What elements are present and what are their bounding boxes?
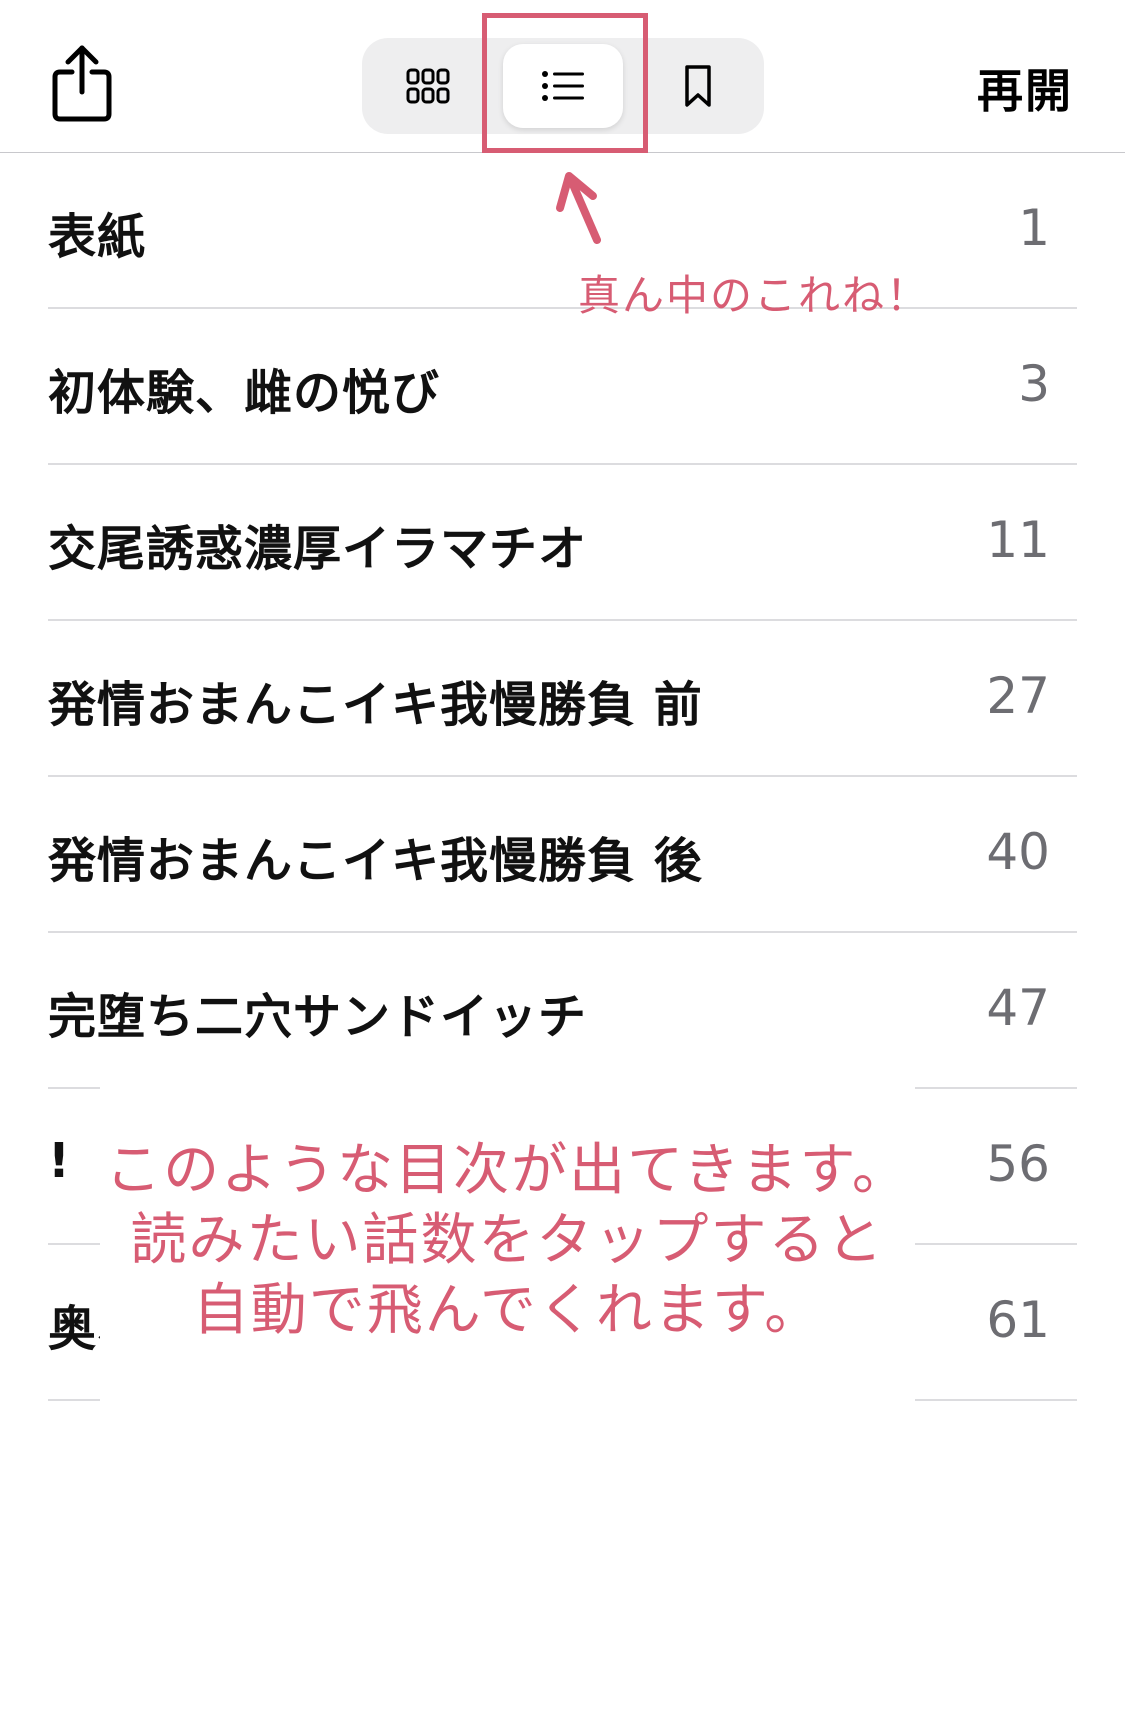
annotation-line: このような目次が出てきます。: [105, 1138, 910, 1203]
toc-page-number: 3: [1018, 355, 1050, 413]
toc-page-number: 47: [986, 979, 1050, 1037]
highlight-box: [482, 13, 648, 153]
toc-page-number: 56: [986, 1135, 1050, 1193]
grid-view-tab[interactable]: [368, 44, 488, 128]
toc-title: !: [48, 1133, 71, 1189]
bookmarks-tab[interactable]: [638, 44, 758, 128]
share-icon: [52, 45, 112, 122]
toc-page-number: 61: [986, 1291, 1050, 1349]
annotation-note-big: このような目次が出てきます。 読みたい話数をタップすると 自動で飛んでくれます。: [100, 1136, 915, 1346]
toc-page-number: 27: [986, 667, 1050, 725]
toc-title: 完堕ち二穴サンドイッチ: [48, 989, 588, 1045]
toc-title: 発情おまんこイキ我慢勝負 前: [48, 677, 703, 733]
annotation-line: 自動で飛んでくれます。: [192, 1278, 823, 1343]
annotation-line: 読みたい話数をタップすると: [130, 1208, 885, 1273]
bookmark-icon: [685, 65, 711, 107]
toc-title: 表紙: [48, 209, 147, 265]
toc-row[interactable]: 発情おまんこイキ我慢勝負 後 40: [0, 777, 1125, 933]
arrow-up-icon: [556, 172, 601, 244]
toc-title: 初体験、雌の悦び: [48, 365, 441, 421]
toc-row[interactable]: 発情おまんこイキ我慢勝負 前 27: [0, 621, 1125, 777]
resume-button[interactable]: 再開: [977, 55, 1073, 121]
share-button[interactable]: [50, 42, 114, 124]
toc-row[interactable]: 完堕ち二穴サンドイッチ 47: [0, 933, 1125, 1089]
toc-row[interactable]: 初体験、雌の悦び 3: [0, 309, 1125, 465]
toc-title: 発情おまんこイキ我慢勝負 後: [48, 833, 703, 889]
toc-page-number: 40: [986, 823, 1050, 881]
toc-row[interactable]: 交尾誘惑濃厚イラマチオ 11: [0, 465, 1125, 621]
annotation-note-small: 真ん中のこれね！: [578, 271, 931, 320]
toc-page-number: 11: [986, 511, 1050, 569]
grid-icon: [406, 68, 450, 104]
toc-page-number: 1: [1018, 199, 1050, 257]
toc-title: 交尾誘惑濃厚イラマチオ: [48, 521, 588, 577]
